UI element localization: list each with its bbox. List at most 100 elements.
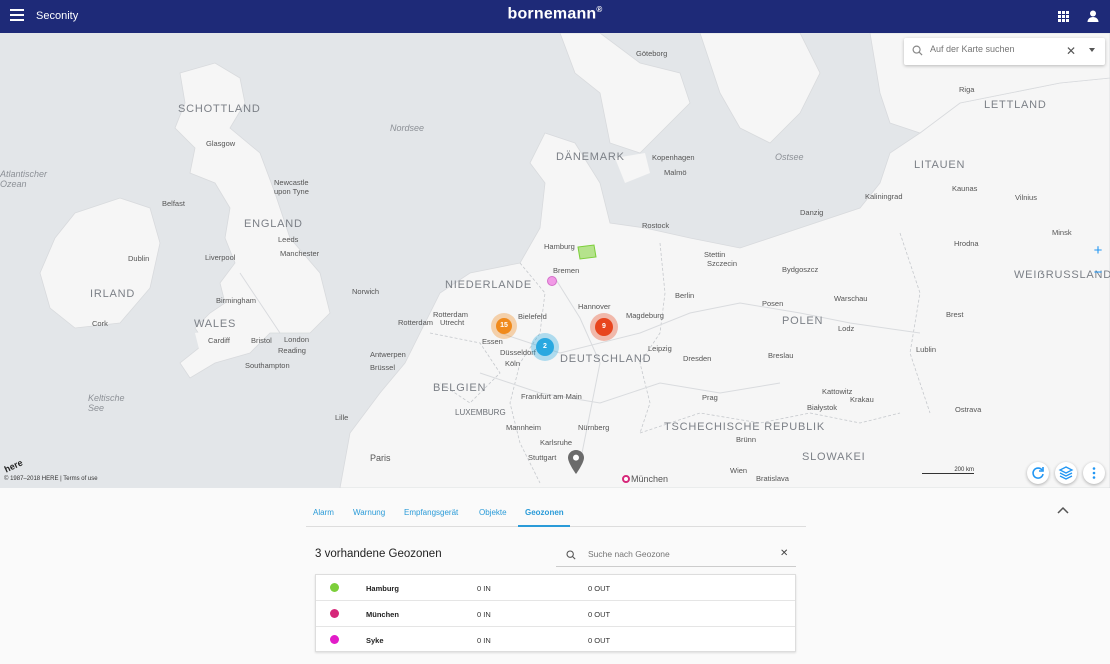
map-label-city: Lodz (838, 324, 855, 333)
cluster-marker[interactable]: 9 (590, 313, 618, 341)
map-label-city: Göteborg (636, 49, 668, 58)
map-label-sea: Ostsee (775, 152, 804, 162)
map-label-country: WALES (194, 318, 237, 330)
geozone-name: Hamburg (366, 584, 399, 593)
table-row[interactable]: Hamburg 0 IN 0 OUT (316, 575, 795, 601)
map-label-country: SCHOTTLAND (178, 103, 261, 115)
map-label-city: Ostrava (955, 405, 982, 414)
tab-alarm[interactable]: Alarm (313, 508, 334, 517)
map-label-city: Vilnius (1015, 193, 1037, 202)
table-row[interactable]: Syke 0 IN 0 OUT (316, 627, 795, 653)
map-label-city: Nürnberg (578, 423, 610, 432)
zoom-in-button[interactable]: + (1089, 240, 1107, 262)
map-label-city: Wien (730, 466, 748, 475)
layers-button[interactable] (1055, 462, 1077, 484)
more-options-button[interactable] (1083, 462, 1105, 484)
map-label-city: Kaliningrad (865, 192, 903, 201)
map-label-city: Danzig (800, 208, 824, 217)
geozone-search-input[interactable] (588, 549, 768, 559)
panel-tabs: Alarm Warnung Empfangsgerät Objekte Geoz… (306, 503, 806, 527)
map-label-city: Bydgoszcz (782, 265, 819, 274)
map-label-city: Birmingham (216, 296, 257, 305)
map-label-country: LETTLAND (984, 99, 1047, 111)
tab-objekte[interactable]: Objekte (479, 508, 507, 517)
clear-icon[interactable]: ✕ (1066, 44, 1076, 58)
refresh-button[interactable] (1027, 462, 1049, 484)
map-label-city: Posen (762, 299, 784, 308)
map-attribution[interactable]: © 1987–2018 HERE | Terms of use (4, 476, 98, 482)
map-label-country: DÄNEMARK (556, 151, 625, 163)
app-header: Seconity bornemann® (0, 0, 1110, 33)
map-label-country: NIEDERLANDE (445, 279, 533, 291)
details-panel: Alarm Warnung Empfangsgerät Objekte Geoz… (0, 488, 1110, 664)
more-vert-icon (1092, 467, 1096, 479)
map-label-city: Belfast (162, 199, 185, 208)
geozone-out-count: 0 OUT (588, 584, 611, 593)
user-icon[interactable] (1086, 9, 1100, 23)
map-label-city: Prag (702, 393, 718, 402)
map-canvas (0, 33, 1110, 488)
cluster-marker[interactable]: 15 (491, 313, 517, 339)
geozone-out-count: 0 OUT (588, 636, 611, 645)
map-label-city: Antwerpen (370, 350, 406, 359)
apps-grid-icon[interactable] (1058, 11, 1069, 22)
map-label-city: Dresden (683, 354, 712, 363)
map-label-city: Hamburg (544, 242, 575, 251)
cluster-marker[interactable]: 2 (531, 333, 559, 361)
map-label-city: Utrecht (440, 318, 465, 327)
map-label-city: Krakau (850, 395, 874, 404)
chevron-down-icon[interactable] (1089, 48, 1095, 52)
refresh-icon (1032, 467, 1044, 479)
map-label-country: TSCHECHISCHE REPUBLIK (664, 421, 826, 433)
map-label-city: Cork (92, 319, 108, 328)
map-label-city: Reading (278, 346, 306, 355)
geozone-name: München (366, 610, 399, 619)
geozone-marker-muenchen[interactable] (622, 475, 630, 483)
map-label-city: Kaunas (952, 184, 978, 193)
map-label-city: Bremen (553, 266, 580, 275)
location-pin-icon[interactable] (568, 450, 584, 474)
map-search: ✕ (904, 38, 1105, 65)
map-label-city: München (631, 474, 669, 484)
map-label-city: Stettin (704, 250, 726, 259)
map-view[interactable]: SCHOTTLAND ENGLAND WALES IRLAND NIEDERLA… (0, 33, 1110, 488)
geozone-in-count: 0 IN (477, 610, 491, 619)
map-label-city: Lublin (916, 345, 937, 354)
status-dot (330, 635, 339, 644)
chevron-up-icon[interactable] (1056, 505, 1070, 515)
map-label-city: Cardiff (208, 336, 230, 345)
map-label-city: Leipzig (648, 344, 672, 353)
map-label-city: Hannover (578, 302, 611, 311)
status-dot (330, 583, 339, 592)
map-label-city: London (284, 335, 310, 344)
map-label-city: Białystok (807, 403, 838, 412)
map-label-city: Manchester (280, 249, 320, 258)
map-label-city: Stuttgart (528, 453, 557, 462)
tab-empfangsgeraet[interactable]: Empfangsgerät (404, 508, 458, 517)
map-label-city: Bratislava (756, 474, 789, 483)
map-label-country: SLOWAKEI (802, 451, 866, 463)
search-icon (566, 550, 576, 560)
map-label-city: Brest (946, 310, 964, 319)
map-label-country: ENGLAND (244, 218, 303, 230)
zoom-out-button[interactable]: − (1089, 262, 1107, 284)
brand-logo: bornemann® (507, 5, 603, 23)
map-scale: 200 km (922, 467, 974, 474)
map-search-input[interactable] (930, 44, 1060, 54)
clear-icon[interactable]: ✕ (780, 548, 788, 559)
zoom-controls: + − (1089, 240, 1107, 286)
tab-warnung[interactable]: Warnung (353, 508, 385, 517)
tab-geozonen[interactable]: Geozonen (525, 508, 564, 517)
map-label-city: Rotterdam (398, 318, 434, 327)
map-label-sea: Keltische See (88, 393, 125, 413)
table-row[interactable]: München 0 IN 0 OUT (316, 601, 795, 627)
geozone-name: Syke (366, 636, 384, 645)
map-label-city: Paris (370, 453, 391, 463)
map-label-country: DEUTSCHLAND (560, 353, 652, 365)
layers-icon (1058, 466, 1074, 480)
map-label-city: Riga (959, 85, 975, 94)
geozone-out-count: 0 OUT (588, 610, 611, 619)
geozone-marker-syke[interactable] (547, 276, 557, 286)
geozones-table: Hamburg 0 IN 0 OUT München 0 IN 0 OUT Sy… (315, 574, 796, 652)
map-label-city: Minsk (1052, 228, 1072, 237)
